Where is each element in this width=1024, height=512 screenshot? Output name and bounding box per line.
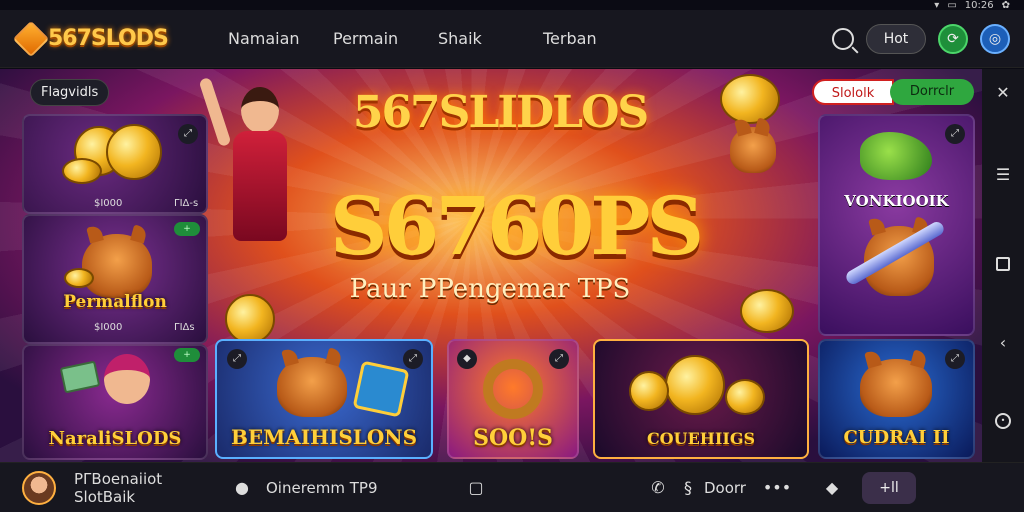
coin-icon <box>62 158 102 184</box>
bottom-bar: PΓΒoenaiiot SlotBaik ● Oineremm TP9 ▢ ✆ … <box>0 462 1024 512</box>
settings-icon: ✿ <box>1001 0 1010 11</box>
expand-icon[interactable]: ⤢ <box>549 349 569 369</box>
banner-title: 567SLIDLOS <box>352 87 649 138</box>
game-card-cudrai[interactable]: ⤢ CUDRAI II <box>818 339 975 459</box>
close-icon[interactable]: ⤢ <box>403 349 423 369</box>
logo-mark-icon <box>12 20 50 57</box>
battery-icon: ▭ <box>947 0 957 11</box>
square-icon[interactable] <box>996 257 1010 271</box>
record-icon[interactable]: • <box>995 413 1011 429</box>
globe-icon[interactable]: ◎ <box>980 23 1010 54</box>
wifi-icon: ▾ <box>934 0 940 11</box>
status-bar: ▾ ▭ 10:26 ✿ <box>934 0 1010 11</box>
chat-bubble-icon[interactable]: ◆ <box>820 478 844 497</box>
nav-item-shaik[interactable]: Shaik <box>438 29 543 48</box>
card-title: COUEHIIGS <box>646 429 756 448</box>
hero-banner: Flagvidls Slololk Dorrclr ⤢ $Ι000 ΓΙΔ‑s … <box>0 69 982 462</box>
card-stat: ΓΙΔs <box>174 322 195 333</box>
footer-right-text[interactable]: Doorr <box>704 479 762 497</box>
cat-warrior-character <box>277 357 347 417</box>
hot-button[interactable]: Hot <box>866 23 926 54</box>
time-label: 10:26 <box>964 0 994 11</box>
coin-icon <box>725 379 765 415</box>
coin-icon <box>740 289 794 333</box>
link-icon[interactable]: § <box>676 478 700 497</box>
game-card-permalflon[interactable]: + Permalflon $Ι000 ΓΙΔs <box>22 214 208 344</box>
card-stat: $Ι000 <box>94 198 123 209</box>
coin-icon <box>629 371 669 411</box>
door-pill[interactable]: Dorrclr <box>890 79 974 105</box>
expand-icon[interactable]: ⤢ <box>945 124 965 144</box>
more-icon[interactable]: ••• <box>762 478 792 497</box>
expand-icon[interactable]: ⤢ <box>227 349 247 369</box>
card-stat: $Ι000 <box>94 322 123 333</box>
cash-icon <box>59 360 101 394</box>
menu-icon[interactable]: ☰ <box>993 165 1013 185</box>
beast-character <box>860 359 932 417</box>
character-face <box>104 354 150 404</box>
nav-item-permain[interactable]: Permain <box>333 29 438 48</box>
avatar[interactable] <box>22 470 56 505</box>
call-icon[interactable]: ✆ <box>646 478 670 497</box>
close-icon[interactable]: ✕ <box>993 83 1013 103</box>
game-card-couehiigs[interactable]: COUEHIIGS <box>593 339 809 459</box>
card-title: Permalflon <box>63 292 167 312</box>
card-title: BEMAIHISLONS <box>230 425 418 449</box>
new-badge: + <box>174 222 200 236</box>
banner-headline: S6760PS <box>329 179 704 273</box>
coin-icon <box>665 355 725 415</box>
expand-icon[interactable]: ⤢ <box>945 349 965 369</box>
top-bar: 567SLODS Namaian Permain Shaik Terban Ho… <box>0 10 1024 68</box>
square-icon[interactable]: ▢ <box>466 478 486 497</box>
nav-item-namaian[interactable]: Namaian <box>228 29 333 48</box>
footer-profile-text[interactable]: PΓΒoenaiiot SlotBaik <box>74 470 224 506</box>
shiba-character <box>730 127 776 173</box>
chat-icon[interactable]: ● <box>230 478 254 497</box>
game-card-naralislods[interactable]: + NaraliSLODS <box>22 344 208 460</box>
expand-icon[interactable]: ⤢ <box>178 124 198 144</box>
side-toolbar: ✕ ☰ ‹ • <box>982 69 1024 462</box>
coin-icon <box>64 268 94 288</box>
search-icon[interactable] <box>832 27 854 50</box>
game-card-soos[interactable]: ◆ ⤢ SOO!S <box>447 339 579 459</box>
shiba-character <box>82 234 152 298</box>
card-title: VONKIOOIK <box>844 192 949 210</box>
coin-icon <box>106 124 162 180</box>
back-icon[interactable]: ‹ <box>993 333 1013 353</box>
new-badge: + <box>174 348 200 362</box>
game-card-vonkiooik[interactable]: ⤢ VONKIOOIK <box>818 114 975 336</box>
filter-pill[interactable]: Flagvidls <box>30 79 110 106</box>
ring-icon <box>483 359 543 419</box>
card-stat: ΓΙΔ‑s <box>174 198 199 209</box>
site-logo[interactable]: 567SLODS <box>12 19 188 59</box>
main-nav: Namaian Permain Shaik Terban <box>228 29 648 48</box>
card-title: NaraliSLODS <box>48 428 182 449</box>
coin-icon <box>720 74 780 124</box>
game-card-coins[interactable]: ⤢ $Ι000 ΓΙΔ‑s <box>22 114 208 214</box>
phone-icon <box>352 360 410 418</box>
coin-icon <box>225 294 275 344</box>
banner-subtitle: Paur PPengemar TPS <box>349 274 631 304</box>
dino-character <box>860 132 932 180</box>
extra-button[interactable]: +ll <box>862 471 916 504</box>
refresh-icon[interactable]: ⟳ <box>938 23 968 54</box>
nav-item-terban[interactable]: Terban <box>543 29 648 48</box>
card-title: SOO!S <box>473 425 553 451</box>
card-title: CUDRAI II <box>843 427 950 448</box>
gem-icon[interactable]: ◆ <box>457 349 477 369</box>
game-card-bemaihislons[interactable]: ⤢ ⤢ BEMAIHISLONS <box>215 339 433 459</box>
slot-lock-pill[interactable]: Slololk <box>812 79 894 105</box>
footer-mid-text[interactable]: Oineremm TP9 <box>266 479 466 497</box>
